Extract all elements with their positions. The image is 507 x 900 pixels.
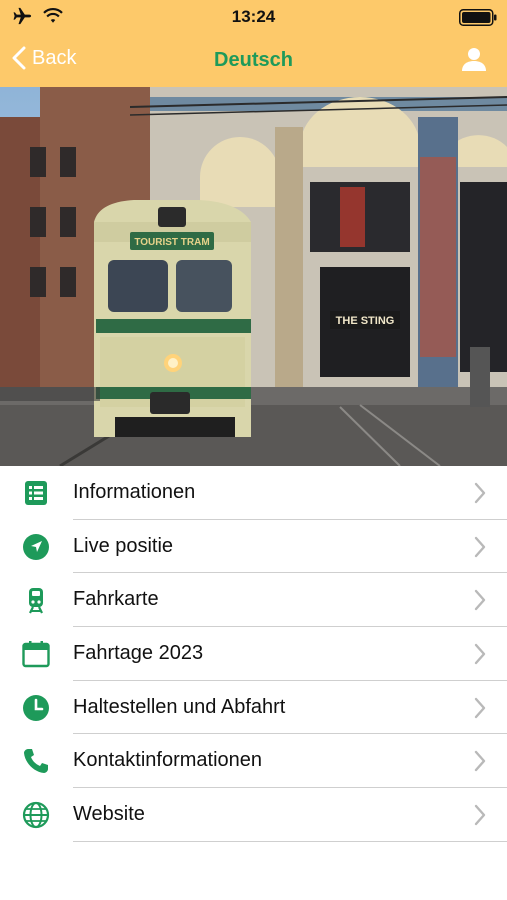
status-bar: 13:24 bbox=[0, 0, 507, 34]
main-menu: Informationen Live positie Fahrkarte Fahrta… bbox=[0, 466, 507, 842]
battery-icon bbox=[459, 9, 497, 26]
chevron-right-icon bbox=[474, 536, 486, 557]
menu-item-website[interactable]: Website bbox=[0, 788, 507, 842]
menu-item-live-positie[interactable]: Live positie bbox=[0, 520, 507, 574]
menu-item-label: Website bbox=[73, 803, 145, 826]
menu-item-label: Kontaktinformationen bbox=[73, 749, 263, 772]
tram-photo: THE STING TOURIST TRAM bbox=[0, 87, 507, 466]
chevron-right-icon bbox=[474, 751, 486, 772]
menu-item-label: Fahrkarte bbox=[73, 588, 159, 611]
menu-item-label: Fahrtage 2023 bbox=[73, 642, 204, 665]
menu-item-fahrtage-2023[interactable]: Fahrtage 2023 bbox=[0, 627, 507, 681]
menu-item-label: Haltestellen und Abfahrt bbox=[73, 695, 286, 718]
document-list-icon bbox=[25, 481, 47, 505]
chevron-right-icon bbox=[474, 697, 486, 718]
tram-icon bbox=[29, 588, 43, 614]
top-header: 13:24 Back Deutsch bbox=[0, 0, 507, 87]
tram-destination-sign: TOURIST TRAM bbox=[134, 237, 209, 248]
menu-item-informationen[interactable]: Informationen bbox=[0, 466, 507, 520]
chevron-right-icon bbox=[474, 643, 486, 665]
divider bbox=[73, 840, 507, 842]
menu-item-fahrkarte[interactable]: Fahrkarte bbox=[0, 573, 507, 628]
phone-icon bbox=[24, 749, 48, 774]
clock-icon bbox=[23, 694, 49, 721]
user-icon[interactable] bbox=[461, 46, 487, 72]
store-sign: THE STING bbox=[336, 315, 395, 327]
menu-item-label: Live positie bbox=[73, 534, 174, 557]
globe-icon bbox=[22, 802, 50, 829]
navigation-bar: Back Deutsch bbox=[0, 38, 507, 84]
menu-item-haltestellen-und-abfahrt[interactable]: Haltestellen und Abfahrt bbox=[0, 681, 507, 735]
location-arrow-icon bbox=[23, 533, 49, 560]
page-title: Deutsch bbox=[214, 49, 293, 71]
status-time: 13:24 bbox=[231, 7, 276, 26]
menu-item-kontaktinformationen[interactable]: Kontaktinformationen bbox=[0, 734, 507, 789]
hero-image: THE STING TOURIST TRAM bbox=[0, 87, 507, 466]
menu-item-label: Informationen bbox=[73, 481, 196, 503]
calendar-icon bbox=[22, 641, 50, 668]
chevron-right-icon bbox=[474, 482, 486, 504]
chevron-right-icon bbox=[474, 590, 486, 611]
chevron-right-icon bbox=[474, 804, 486, 826]
